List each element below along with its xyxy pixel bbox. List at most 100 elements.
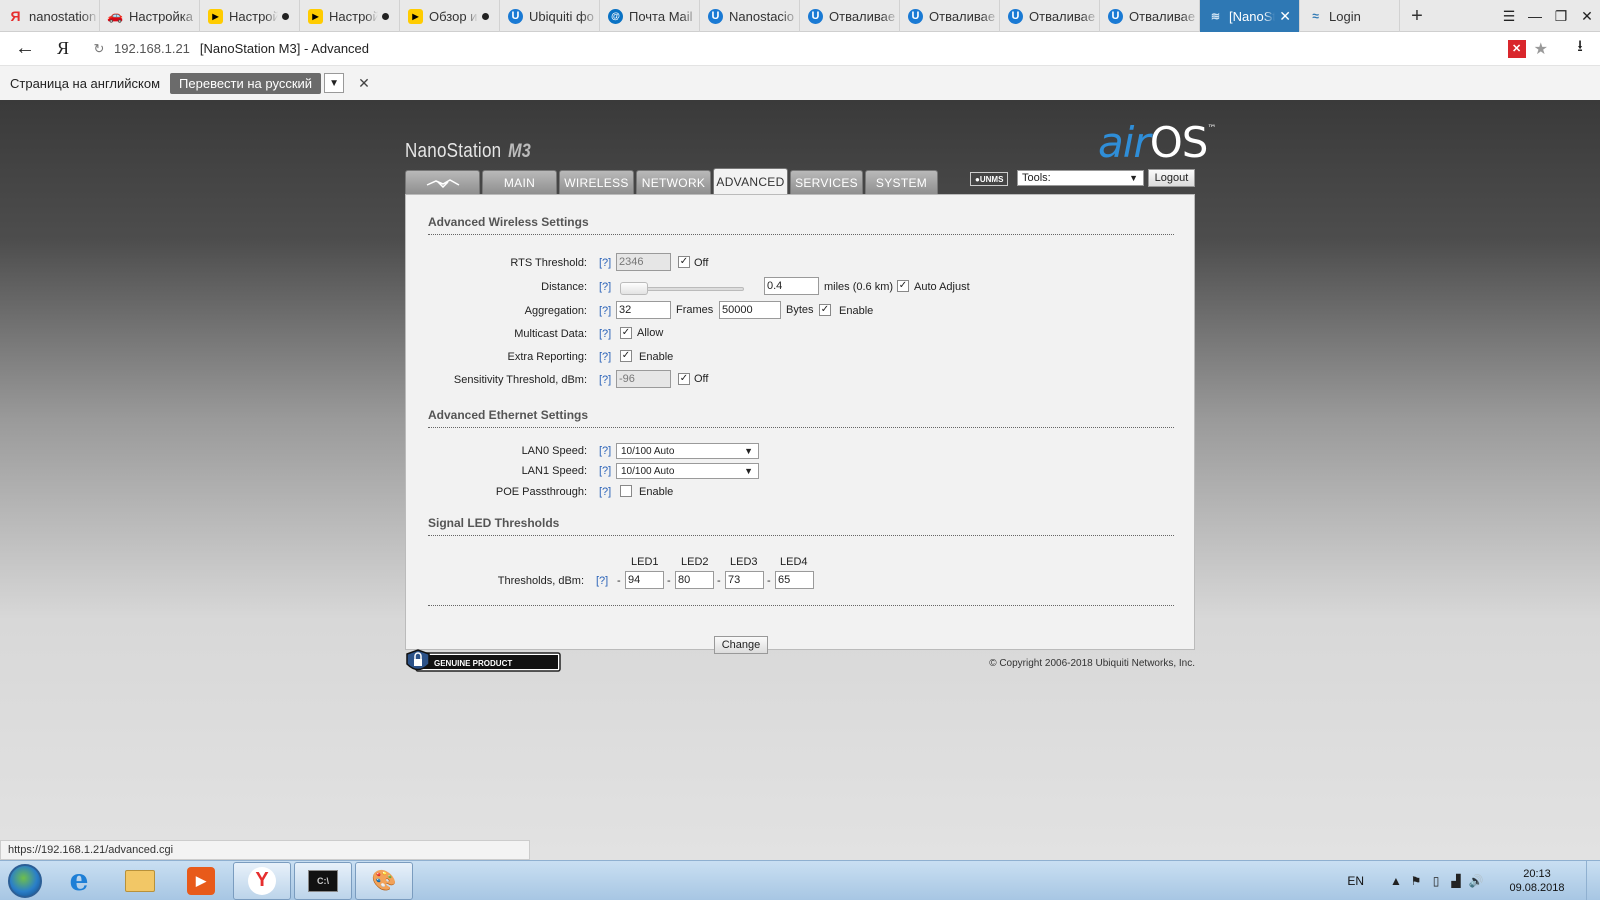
distance-help-link[interactable]: [?] — [599, 281, 611, 293]
minimize-icon[interactable]: — — [1522, 0, 1548, 32]
aggregation-frames-field[interactable]: 32 — [616, 301, 671, 319]
browser-tab-title: Отваливае — [1129, 8, 1196, 24]
browser-tab[interactable]: Яnanostation — [0, 0, 100, 32]
sensitivity-help-link[interactable]: [?] — [599, 374, 611, 386]
battery-icon[interactable]: ▯ — [1426, 874, 1446, 888]
taskbar-media-player[interactable]: ▶ — [172, 862, 230, 900]
taskbar-ie[interactable]: e — [50, 862, 108, 900]
browser-tab[interactable]: @ Почта Mail — [600, 0, 700, 32]
reload-icon[interactable]: ↻ — [84, 41, 114, 57]
led4-threshold-field[interactable]: 65 — [775, 571, 814, 589]
brand-model: M3 — [508, 141, 532, 162]
lan0-speed-select[interactable]: 10/100 Auto ▼ — [616, 443, 759, 459]
yandex-logo-icon[interactable]: Я — [50, 38, 76, 59]
taskbar-command-prompt[interactable]: C:\ — [294, 861, 352, 900]
aggregation-enable-label: Enable — [839, 305, 874, 317]
extra-reporting-help-link[interactable]: [?] — [599, 351, 611, 363]
browser-tab[interactable]: U Nanostacio — [700, 0, 800, 32]
language-indicator[interactable]: EN — [1347, 874, 1364, 888]
back-icon[interactable]: ← — [0, 37, 50, 60]
translate-options-chevron-icon[interactable]: ▼ — [324, 73, 345, 93]
led3-threshold-field[interactable]: 73 — [725, 571, 764, 589]
start-button[interactable] — [0, 861, 50, 900]
tab-wireless[interactable]: WIRELESS — [559, 170, 634, 194]
yandex-icon: Я — [10, 8, 21, 24]
lan1-help-link[interactable]: [?] — [599, 465, 611, 477]
led3-minus: - — [717, 575, 721, 587]
tab-close-icon[interactable]: ✕ — [1279, 8, 1291, 25]
volume-icon[interactable]: 🔊 — [1466, 874, 1486, 888]
poe-enable-checkbox[interactable] — [620, 485, 632, 497]
browser-tab[interactable]: U Ubiquiti фо — [500, 0, 600, 32]
translate-close-icon[interactable]: ✕ — [358, 75, 370, 92]
tab-advanced[interactable]: ADVANCED — [713, 168, 788, 194]
rts-off-checkbox[interactable]: ✓ — [678, 256, 690, 268]
thresholds-help-link[interactable]: [?] — [596, 575, 608, 587]
lan0-help-link[interactable]: [?] — [599, 445, 611, 457]
tab-services[interactable]: SERVICES — [790, 170, 863, 194]
led2-threshold-field[interactable]: 80 — [675, 571, 714, 589]
lan1-speed-select[interactable]: 10/100 Auto ▼ — [616, 463, 759, 479]
browser-tab[interactable]: ▶ Настрой — [200, 0, 300, 32]
browser-tab[interactable]: U Отваливае — [1100, 0, 1200, 32]
taskbar-explorer[interactable] — [111, 862, 169, 900]
browser-tab[interactable]: ▶ Настрой — [300, 0, 400, 32]
browser-tab[interactable]: 🚗 Настройка — [100, 0, 200, 32]
logout-button[interactable]: Logout — [1148, 169, 1195, 187]
audio-playing-icon[interactable] — [382, 12, 389, 20]
restore-icon[interactable]: ❐ — [1548, 0, 1574, 32]
audio-playing-icon[interactable] — [282, 12, 289, 20]
show-hidden-icons-icon[interactable]: ▲ — [1386, 874, 1406, 888]
translate-button[interactable]: Перевести на русский — [170, 72, 322, 94]
protection-off-icon[interactable]: ✕ — [1507, 39, 1526, 58]
browser-tab[interactable]: ▶ Обзор и — [400, 0, 500, 32]
aggregation-help-link[interactable]: [?] — [599, 305, 611, 317]
browser-menu-icon[interactable]: ☰ — [1496, 0, 1522, 32]
sensitivity-off-checkbox[interactable]: ✓ — [678, 373, 690, 385]
led1-threshold-field[interactable]: 94 — [625, 571, 664, 589]
extra-reporting-checkbox[interactable]: ✓ — [620, 350, 632, 362]
show-desktop-button[interactable] — [1586, 860, 1600, 900]
bytes-unit: Bytes — [786, 304, 814, 316]
tools-select[interactable]: Tools: ▼ — [1017, 170, 1144, 186]
media-player-icon: ▶ — [187, 866, 215, 895]
chevron-down-icon: ▼ — [744, 466, 753, 476]
change-button[interactable]: Change — [714, 636, 768, 654]
tab-system[interactable]: SYSTEM — [865, 170, 938, 194]
poe-help-link[interactable]: [?] — [599, 486, 611, 498]
tab-main[interactable]: MAIN — [482, 170, 557, 194]
bookmark-star-icon[interactable]: ★ — [1534, 39, 1548, 59]
browser-tab[interactable]: ≋ [NanoSt ✕ — [1200, 0, 1300, 32]
distance-slider-handle[interactable] — [620, 282, 648, 295]
download-icon[interactable]: ⭳ — [1560, 35, 1600, 62]
clock[interactable]: 20:13 09.08.2018 — [1492, 867, 1582, 895]
network-signal-icon[interactable]: ▟ — [1446, 874, 1466, 888]
browser-tab[interactable]: ≈ Login — [1300, 0, 1400, 32]
airos-logo: airOS™ — [1098, 118, 1216, 167]
window-close-icon[interactable]: ✕ — [1574, 0, 1600, 32]
taskbar-yandex-browser[interactable]: Y — [233, 861, 291, 900]
action-center-icon[interactable]: ⚑ — [1406, 874, 1426, 888]
lan0-speed-value: 10/100 Auto — [621, 445, 675, 457]
taskbar-paint[interactable]: 🎨 — [355, 861, 413, 900]
rts-threshold-field[interactable]: 2346 — [616, 253, 671, 271]
tab-network[interactable]: NETWORK — [636, 170, 711, 194]
car-icon: 🚗 — [107, 8, 124, 23]
unms-badge[interactable]: ● UNMS — [970, 172, 1009, 186]
browser-tab[interactable]: U Отваливае — [800, 0, 900, 32]
browser-tab[interactable]: U Отваливае — [900, 0, 1000, 32]
audio-playing-icon[interactable] — [482, 12, 489, 20]
tab-ubiquiti-logo[interactable] — [405, 170, 480, 194]
aggregation-enable-checkbox[interactable]: ✓ — [819, 304, 831, 316]
browser-tab[interactable]: U Отваливае — [1000, 0, 1100, 32]
auto-adjust-checkbox[interactable]: ✓ — [897, 280, 909, 292]
multicast-allow-checkbox[interactable]: ✓ — [620, 327, 632, 339]
aggregation-bytes-field[interactable]: 50000 — [719, 301, 781, 319]
rts-help-link[interactable]: [?] — [599, 257, 611, 269]
settings-panel: Advanced Wireless Settings RTS Threshold… — [405, 194, 1195, 650]
sensitivity-threshold-field[interactable]: -96 — [616, 370, 671, 388]
distance-field[interactable]: 0.4 — [764, 277, 819, 295]
url-field[interactable]: ↻ 192.168.1.21 [NanoStation M3] - Advanc… — [84, 34, 1508, 64]
new-tab-button[interactable]: + — [1400, 0, 1434, 32]
multicast-help-link[interactable]: [?] — [599, 328, 611, 340]
